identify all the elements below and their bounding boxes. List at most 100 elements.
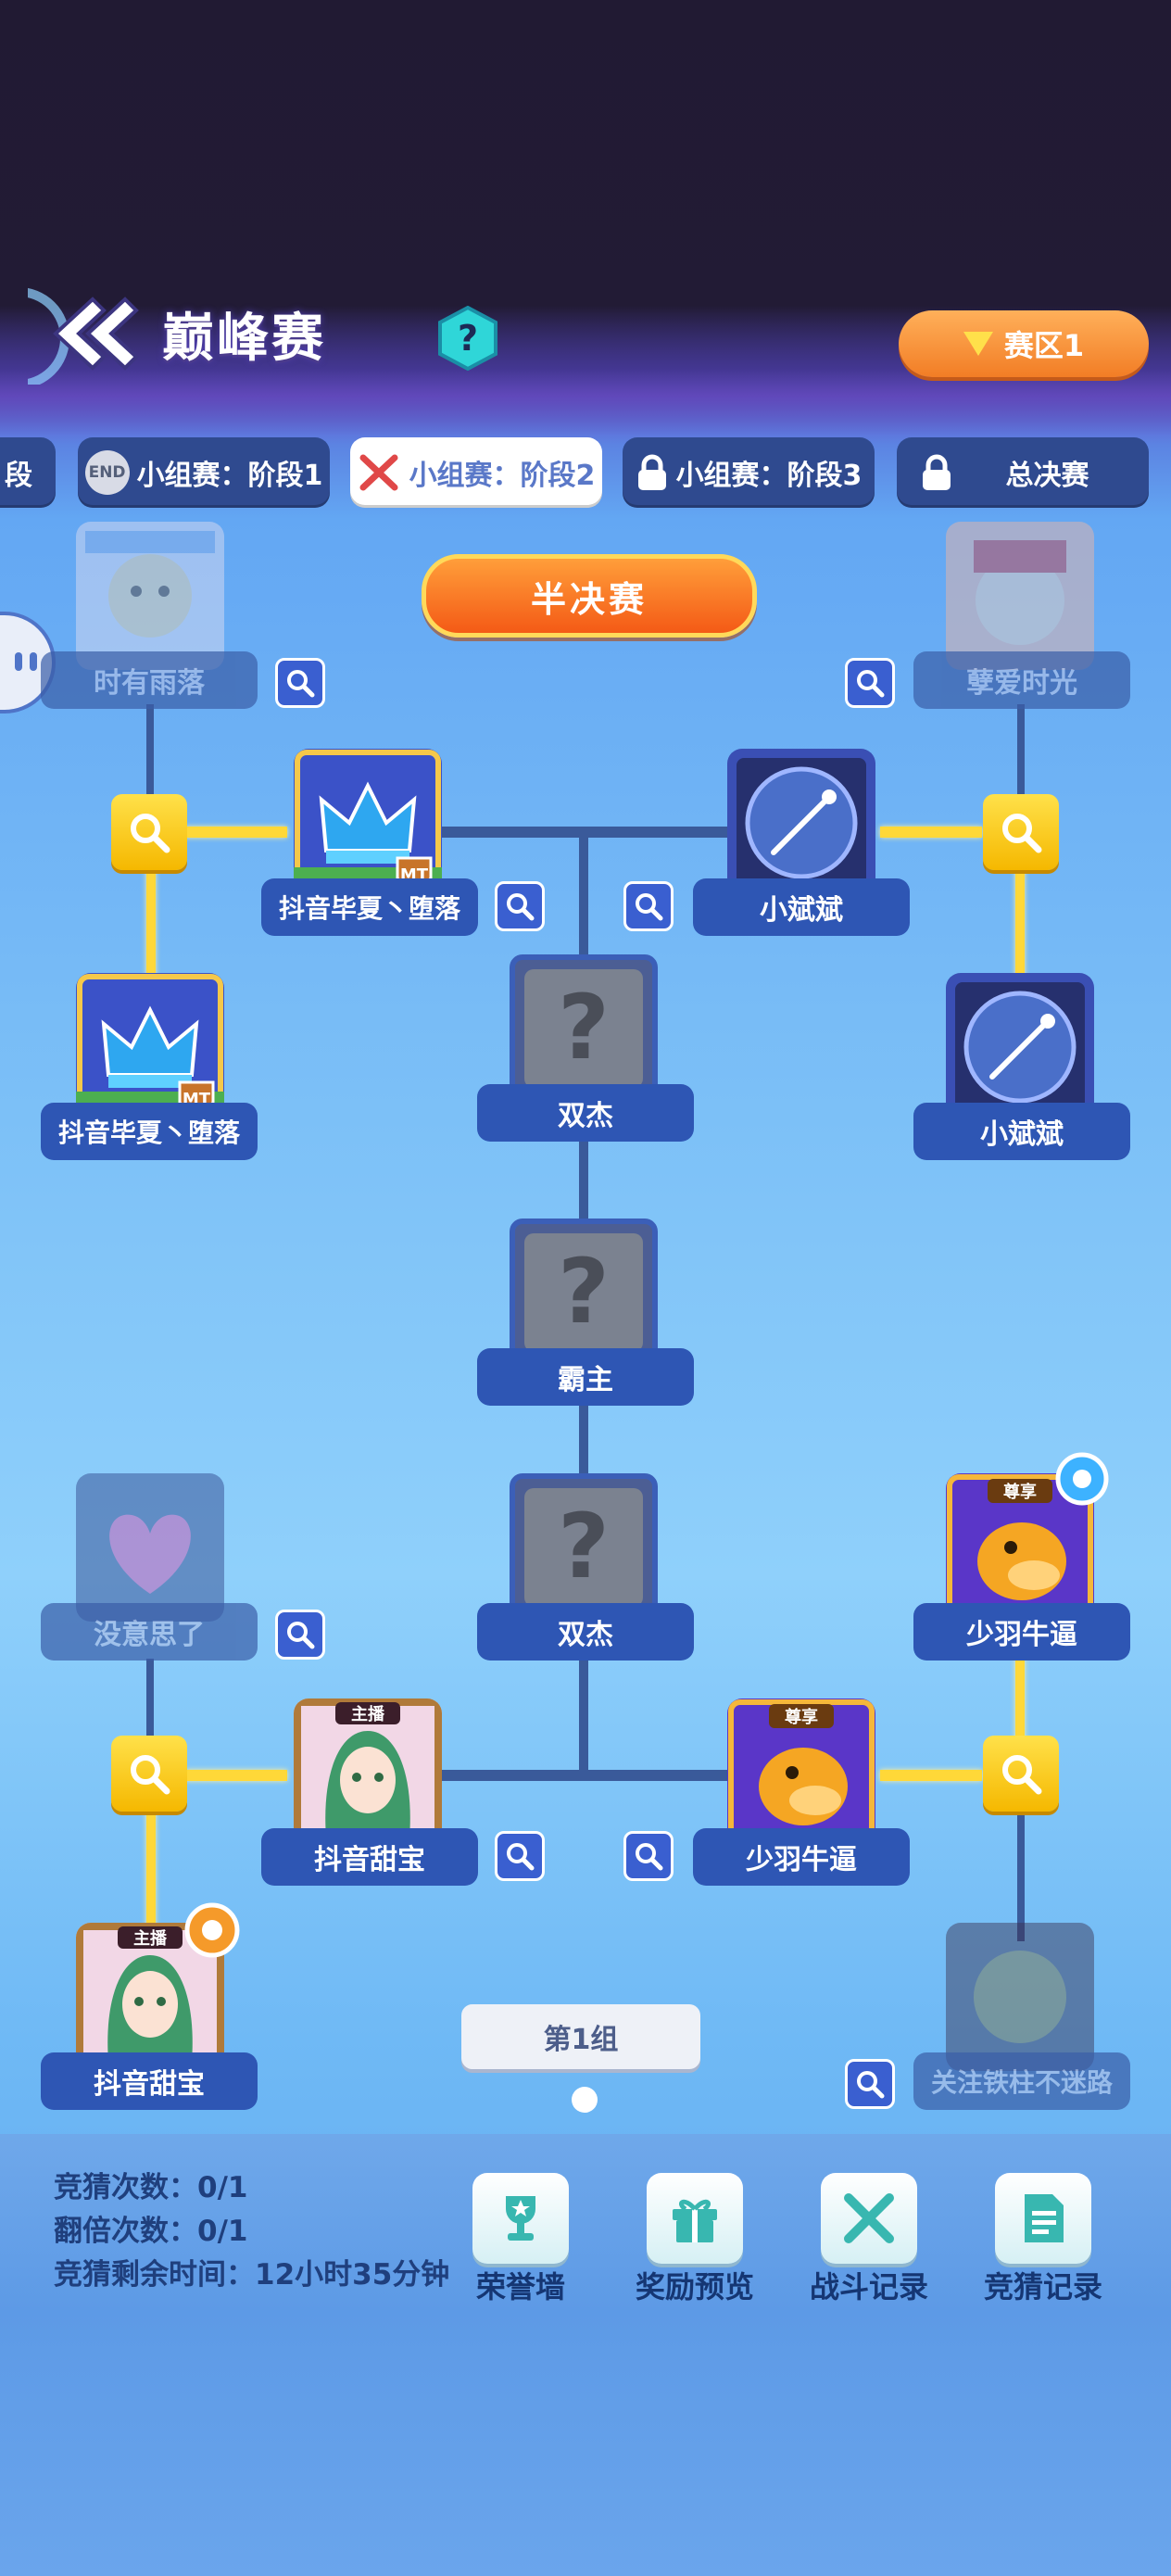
player-name: 孽爱时光 <box>913 651 1130 709</box>
player-name: 抖音毕夏丶堕落 <box>41 1103 258 1160</box>
question-mark-icon: ? <box>558 982 610 1075</box>
help-button[interactable]: ? <box>435 305 500 372</box>
inspect-button[interactable] <box>495 1831 545 1881</box>
inspect-button[interactable] <box>845 658 895 708</box>
inspect-button[interactable] <box>275 658 325 708</box>
bracket-line <box>579 834 588 954</box>
inspect-button[interactable] <box>845 2059 895 2109</box>
inspect-button[interactable] <box>623 881 674 931</box>
help-icon: ? <box>438 305 497 372</box>
player-avatar[interactable] <box>946 973 1094 1121</box>
tab-group-stage-1[interactable]: END 小组赛：阶段1 <box>78 437 330 508</box>
player-avatar[interactable]: MT <box>294 749 442 897</box>
unknown-player-card: ? <box>510 1473 658 1622</box>
group-select-button[interactable]: 第1组 <box>461 2004 700 2069</box>
player-avatar[interactable] <box>727 749 875 897</box>
dropdown-triangle-icon <box>963 332 993 356</box>
tab-label: 小组赛：阶段3 <box>675 460 863 492</box>
tab-stage-partial[interactable]: 段 <box>0 437 56 508</box>
end-badge: END <box>84 450 130 495</box>
tab-final[interactable]: 总决赛 <box>897 437 1149 508</box>
svg-text:尊享: 尊享 <box>785 1707 818 1727</box>
magnifier-icon <box>507 893 535 921</box>
svg-text:?: ? <box>558 982 610 1075</box>
bracket-line <box>579 1140 588 1223</box>
svg-text:主播: 主播 <box>351 1704 385 1724</box>
player-avatar[interactable] <box>946 1923 1094 2071</box>
trophy-icon <box>472 2173 569 2264</box>
inspect-match-button[interactable] <box>111 1736 187 1812</box>
inspect-button[interactable] <box>623 1831 674 1881</box>
svg-text:?: ? <box>558 1501 610 1594</box>
inspect-button[interactable] <box>495 881 545 931</box>
tab-group-stage-2[interactable]: 小组赛：阶段2 <box>350 437 602 508</box>
magnifier-icon <box>1002 1755 1042 1795</box>
honor-wall-button[interactable]: 荣誉墙 <box>428 2173 613 2306</box>
action-label: 奖励预览 <box>635 2269 754 2305</box>
action-label: 荣誉墙 <box>475 2269 565 2305</box>
meteor-avatar-icon <box>727 749 875 897</box>
question-mark-icon: ? <box>558 1501 610 1594</box>
player-name: 小斌斌 <box>693 878 910 936</box>
player-name: 时有雨落 <box>41 651 258 709</box>
player-name: 少羽牛逼 <box>693 1828 910 1886</box>
flower-badge-icon <box>183 1901 241 1959</box>
magnifier-icon <box>131 1755 170 1795</box>
tab-group-stage-3[interactable]: 小组赛：阶段3 <box>623 437 875 508</box>
meteor-avatar-icon <box>946 973 1094 1121</box>
crown-avatar-icon: MT <box>76 973 224 1121</box>
svg-text:?: ? <box>458 318 478 359</box>
magnifier-icon <box>636 893 663 921</box>
crossed-swords-icon <box>821 2173 917 2264</box>
region-select-button[interactable]: 赛区1 <box>899 310 1149 377</box>
inspect-button[interactable] <box>275 1610 325 1660</box>
player-name: 没意思了 <box>41 1603 258 1661</box>
crossed-swords-icon <box>359 454 398 491</box>
player-name: 抖音甜宝 <box>261 1828 478 1886</box>
back-button[interactable] <box>0 283 139 389</box>
stage-title: 半决赛 <box>422 554 757 638</box>
bracket-line-winner <box>880 827 982 838</box>
player-name: 抖音甜宝 <box>41 2052 258 2110</box>
svg-text:?: ? <box>558 1246 610 1339</box>
page-title: 巅峰赛 <box>162 309 326 369</box>
match-slot-label: 霸主 <box>477 1348 694 1406</box>
guess-time-left-text: 竞猜剩余时间：12小时35分钟 <box>54 2258 450 2292</box>
gift-icon <box>647 2173 743 2264</box>
tab-label: 段 <box>5 460 32 492</box>
bracket-line <box>579 1404 588 1473</box>
player-avatar[interactable]: MT <box>76 973 224 1121</box>
player-avatar[interactable] <box>76 522 224 670</box>
inspect-match-button[interactable] <box>983 794 1059 870</box>
match-slot-label: 双杰 <box>477 1084 694 1142</box>
lock-icon <box>922 454 951 490</box>
document-icon <box>995 2173 1091 2264</box>
heart-avatar-icon <box>76 1473 224 1622</box>
double-count-text: 翻倍次数：0/1 <box>54 2215 248 2248</box>
player-name: 抖音毕夏丶堕落 <box>261 878 478 936</box>
reward-preview-button[interactable]: 奖励预览 <box>602 2173 787 2306</box>
inspect-match-button[interactable] <box>983 1736 1059 1812</box>
magnifier-icon <box>287 1622 315 1649</box>
crown-avatar-icon: MT <box>294 749 442 897</box>
magnifier-icon <box>131 814 170 853</box>
question-mark-icon: ? <box>558 1246 610 1339</box>
bracket-line-winner <box>185 1770 287 1781</box>
unknown-player-card: ? <box>510 954 658 1103</box>
bracket-line <box>579 1659 588 1774</box>
player-avatar[interactable]: 尊享 <box>727 1698 875 1847</box>
guess-record-button[interactable]: 竞猜记录 <box>951 2173 1136 2306</box>
anime-girl-avatar-icon: 主播 <box>294 1698 442 1847</box>
player-avatar[interactable]: 主播 <box>294 1698 442 1847</box>
player-avatar[interactable] <box>946 522 1094 670</box>
svg-text:主播: 主播 <box>133 1928 168 1949</box>
lock-icon <box>637 454 666 490</box>
magnifier-icon <box>857 670 885 698</box>
inspect-match-button[interactable] <box>111 794 187 870</box>
bracket-line-winner <box>880 1770 982 1781</box>
tab-label: 总决赛 <box>1005 460 1089 492</box>
battle-record-button[interactable]: 战斗记录 <box>776 2173 962 2306</box>
player-avatar[interactable] <box>76 1473 224 1622</box>
player-name: 关注铁柱不迷路 <box>913 2052 1130 2110</box>
back-arrow-icon <box>0 287 139 389</box>
